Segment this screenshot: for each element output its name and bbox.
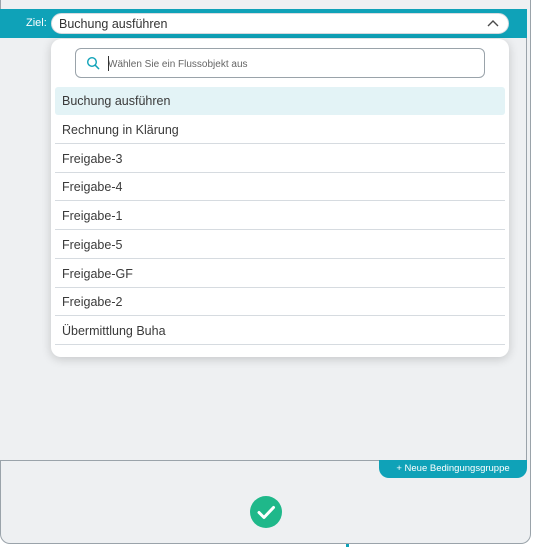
search-box[interactable]	[75, 48, 485, 78]
target-label: Ziel:	[26, 17, 47, 29]
search-icon	[86, 56, 100, 70]
target-dropdown: Buchung ausführen Rechnung in Klärung Fr…	[51, 39, 509, 357]
option-item[interactable]: Übermittlung Buha	[55, 317, 505, 345]
checkmark-icon	[257, 506, 275, 519]
option-item[interactable]: Freigabe-2	[55, 288, 505, 317]
option-item[interactable]: Freigabe-4	[55, 173, 505, 202]
target-select[interactable]: Buchung ausführen	[51, 13, 509, 34]
option-list: Buchung ausführen Rechnung in Klärung Fr…	[55, 87, 505, 346]
option-item[interactable]: Freigabe-GF	[55, 260, 505, 288]
option-item[interactable]: Buchung ausführen	[55, 87, 505, 115]
option-item[interactable]: Freigabe-5	[55, 231, 505, 259]
search-input[interactable]	[106, 54, 480, 74]
chevron-up-icon[interactable]	[487, 18, 499, 28]
confirm-button[interactable]	[250, 496, 282, 528]
option-item[interactable]: Rechnung in Klärung	[55, 116, 505, 144]
new-condition-group-button[interactable]: + Neue Bedingungsgruppe	[379, 460, 527, 478]
text-caret	[108, 56, 109, 71]
option-item[interactable]: Freigabe-3	[55, 145, 505, 173]
target-select-value: Buchung ausführen	[59, 17, 168, 31]
option-item[interactable]: Freigabe-1	[55, 202, 505, 230]
